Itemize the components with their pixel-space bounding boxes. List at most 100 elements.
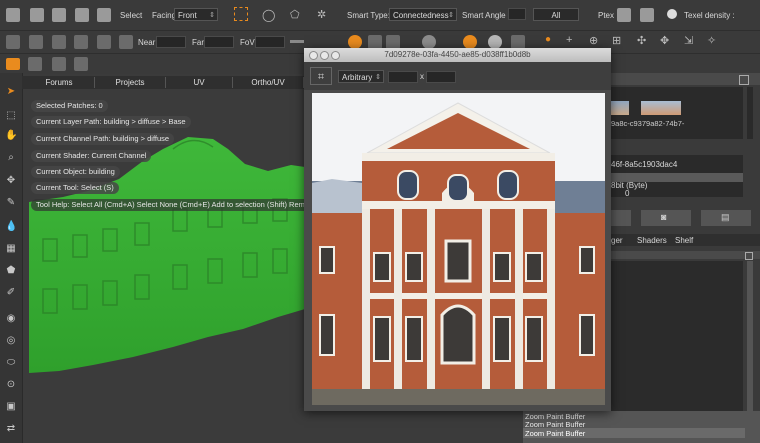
aspect-select[interactable]: Arbitrary ⇕ xyxy=(338,70,384,83)
export-icon[interactable] xyxy=(75,8,89,22)
image-window-titlebar: 7d09278e-03fa-4450-ae85-d038ff1b0d8b xyxy=(304,48,611,62)
far-label: Far xyxy=(192,38,204,47)
eraser-icon[interactable]: ⬭ xyxy=(5,357,17,369)
camera-icon[interactable] xyxy=(29,35,43,49)
import-icon[interactable] xyxy=(52,8,66,22)
magnet-icon[interactable]: ✥ xyxy=(660,34,669,47)
x-label: x xyxy=(420,72,424,81)
smart-type-select[interactable]: Connectedness ⇕ xyxy=(389,8,457,21)
mirror-icon[interactable]: ⊞ xyxy=(612,34,621,47)
arrows-icon[interactable]: ⇲ xyxy=(684,34,693,47)
properties-list: 46f-8a5c1903dac4 8bit (Byte) 0 xyxy=(611,155,743,198)
new-item-button[interactable]: ▤ xyxy=(701,210,751,226)
pin-icon[interactable]: ● xyxy=(545,34,551,45)
all-select[interactable]: All xyxy=(533,8,579,21)
facing-select[interactable]: Front ⇕ xyxy=(174,8,218,21)
sphere-icon[interactable] xyxy=(74,35,88,49)
flip-icon[interactable]: ⇄ xyxy=(5,423,17,435)
orange-ball-icon[interactable] xyxy=(463,35,477,49)
view-icon-2[interactable] xyxy=(52,57,66,71)
drop-icon[interactable]: 💧 xyxy=(5,221,17,233)
view-icon-1[interactable] xyxy=(28,57,42,71)
fov-slider[interactable] xyxy=(290,40,304,43)
log-scrollbar[interactable] xyxy=(747,261,753,411)
color-swatch-icon[interactable]: ▣ xyxy=(5,401,17,413)
view-icon-3[interactable] xyxy=(74,57,88,71)
grid-view-icon[interactable] xyxy=(97,35,111,49)
tab-uv[interactable]: UV xyxy=(166,77,233,88)
tool-help-text: Tool Help: Select All (Cmd+A) Select Non… xyxy=(31,199,315,211)
brush-icon[interactable]: ✎ xyxy=(5,197,17,209)
lasso-icon[interactable]: ◯ xyxy=(262,8,275,22)
texture-icon[interactable] xyxy=(511,35,525,49)
stamp-icon[interactable]: ⬟ xyxy=(5,265,17,277)
polygon-select-icon[interactable]: ⬠ xyxy=(290,8,300,21)
tab-shaders[interactable]: Shaders xyxy=(637,236,667,245)
thumbnail-2[interactable] xyxy=(641,101,681,115)
building-photo-drawing xyxy=(312,93,605,405)
log-header xyxy=(611,251,760,259)
shader-text: Current Shader: Current Channel xyxy=(31,150,152,162)
zoom-icon[interactable]: ⌕ xyxy=(5,152,17,164)
layers-icon[interactable]: ▦ xyxy=(5,243,17,255)
near-label: Near xyxy=(138,38,156,47)
tab-projects[interactable]: Projects xyxy=(95,77,166,88)
far-input[interactable] xyxy=(204,36,234,48)
camera-capture-button[interactable]: ◙ xyxy=(641,210,691,226)
facing-value: Front xyxy=(178,11,197,20)
object-text: Current Object: building xyxy=(31,166,120,178)
panel-button-1[interactable] xyxy=(611,210,631,226)
cube-icon[interactable] xyxy=(6,35,20,49)
tab-shelf[interactable]: Shelf xyxy=(675,236,693,245)
ptex-icon[interactable] xyxy=(617,8,631,22)
paint-eye-icon[interactable] xyxy=(6,58,20,70)
open-file-icon[interactable] xyxy=(30,8,44,22)
log-expand-icon[interactable] xyxy=(745,252,753,260)
matcap-icon[interactable] xyxy=(386,35,400,49)
eyedropper-icon[interactable]: ✐ xyxy=(5,287,17,299)
gray-ball-icon[interactable] xyxy=(422,35,436,49)
smart-type-label: Smart Type: xyxy=(347,11,390,20)
width-input[interactable] xyxy=(388,71,418,83)
grid-icon[interactable] xyxy=(640,8,654,22)
hand-icon[interactable]: ✋ xyxy=(5,130,17,142)
tool-text: Current Tool: Select (S) xyxy=(31,182,119,194)
select-tool-icon[interactable]: ✣ xyxy=(637,34,646,47)
log-line: Zoom Paint Buffer xyxy=(525,429,586,438)
panel-min-icon[interactable] xyxy=(739,75,749,85)
texel-density-toggle-icon[interactable] xyxy=(667,9,677,19)
tab-ortho-uv[interactable]: Ortho/UV xyxy=(233,77,304,88)
smart-angle-input[interactable] xyxy=(508,8,526,20)
marquee-select-icon[interactable] xyxy=(234,7,248,21)
snap-icon[interactable]: + xyxy=(566,34,572,46)
checker-icon[interactable] xyxy=(368,35,382,49)
align-icon[interactable]: ⊕ xyxy=(589,34,598,47)
left-toolbox: ➤ ⬚ ✋ ⌕ ✥ ✎ 💧 ▦ ⬟ ✐ ◉ ◎ ⬭ ⊙ ▣ ⇄ xyxy=(0,73,23,443)
tab-forums[interactable]: Forums xyxy=(24,77,95,88)
pointer-icon[interactable]: ➤ xyxy=(5,86,17,98)
white-ball-icon[interactable] xyxy=(488,35,502,49)
layer-path-text: Current Layer Path: building > diffuse >… xyxy=(31,116,191,128)
fov-input[interactable] xyxy=(255,36,285,48)
height-input[interactable] xyxy=(426,71,456,83)
new-file-icon[interactable] xyxy=(6,8,20,22)
transform-icon[interactable] xyxy=(97,8,111,22)
right-panel-header xyxy=(611,73,760,85)
symmetry-icon[interactable]: ✧ xyxy=(707,34,716,47)
paint-shader-icon[interactable] xyxy=(348,35,362,49)
blur-icon[interactable]: ◉ xyxy=(5,313,17,325)
smart-select-icon[interactable]: ✲ xyxy=(317,8,326,21)
move-icon[interactable]: ✥ xyxy=(5,175,17,187)
lights-icon[interactable] xyxy=(119,35,133,49)
tab-manager[interactable]: ger xyxy=(611,236,623,245)
scrollbar[interactable] xyxy=(747,87,753,139)
smudge-icon[interactable]: ◎ xyxy=(5,335,17,347)
thumbnail-1[interactable] xyxy=(611,101,629,115)
clone-icon[interactable]: ⊙ xyxy=(5,379,17,391)
near-input[interactable] xyxy=(156,36,186,48)
select-box-icon[interactable]: ⬚ xyxy=(5,110,17,122)
texel-density-label: Texel density : xyxy=(684,11,735,20)
crop-icon[interactable]: ⌗ xyxy=(310,67,332,85)
box-icon[interactable] xyxy=(52,35,66,49)
chevron-down-icon: ⇕ xyxy=(209,12,215,19)
